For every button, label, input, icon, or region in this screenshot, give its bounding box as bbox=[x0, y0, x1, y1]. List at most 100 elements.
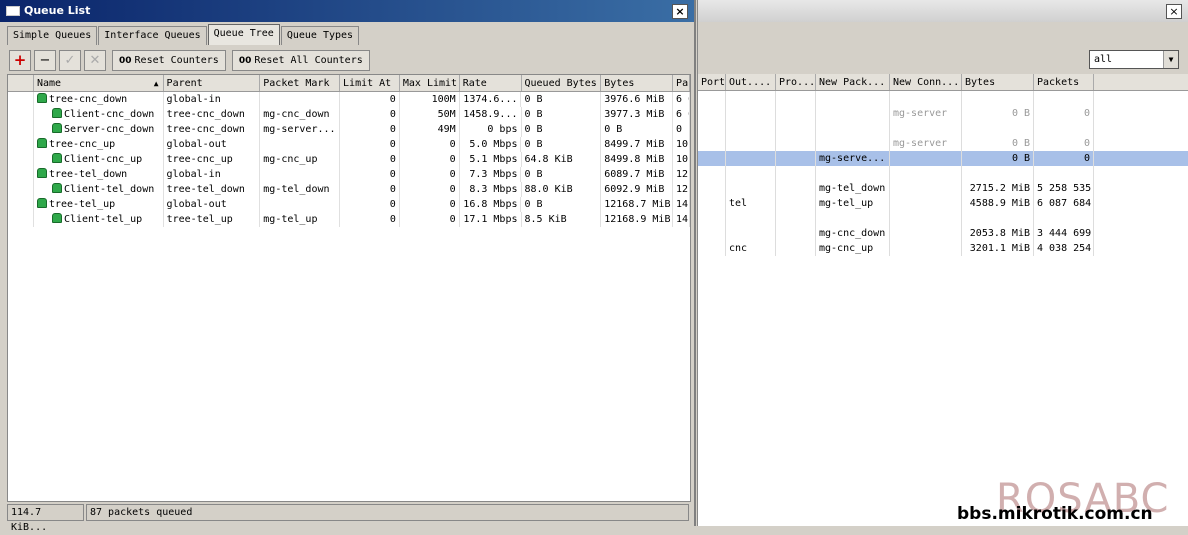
chevron-down-icon[interactable]: ▼ bbox=[1163, 51, 1178, 68]
cell-max_limit: 0 bbox=[400, 182, 460, 197]
mangle-row[interactable]: mg-cnc_down 2053.8 MiB 3 444 699 bbox=[698, 226, 1188, 241]
mangle-row[interactable]: mg-serve... 0 B0 bbox=[698, 151, 1188, 166]
table-row[interactable]: tree-tel_up global-out 0 0 16.8 Mbps 0 B 12168… bbox=[8, 197, 690, 212]
cell-new_conn bbox=[890, 211, 962, 226]
tab-queue-tree[interactable]: Queue Tree bbox=[207, 24, 280, 45]
cell-port bbox=[698, 241, 726, 256]
column-header-pro[interactable]: Pro... bbox=[776, 74, 816, 90]
cell-max_limit: 0 bbox=[400, 167, 460, 182]
cell-name: Client-tel_up bbox=[34, 212, 164, 227]
column-header-bytes[interactable]: Bytes bbox=[962, 74, 1034, 90]
disable-button[interactable]: ✕ bbox=[84, 50, 106, 71]
column-header-name[interactable]: Name ▲ bbox=[34, 75, 164, 91]
cell-out: cnc bbox=[726, 241, 776, 256]
reset-counters-button[interactable]: 00 Reset Counters bbox=[112, 50, 226, 71]
column-header-pa[interactable]: Pa bbox=[673, 75, 690, 91]
mangle-row[interactable]: mg-tel_down 2715.2 MiB 5 258 535 bbox=[698, 181, 1188, 196]
column-header-limit-at[interactable]: Limit At bbox=[340, 75, 400, 91]
column-header-queued-bytes[interactable]: Queued Bytes bbox=[522, 75, 602, 91]
cell-new_pack bbox=[816, 136, 890, 151]
cell-bytes: 8499.7 MiB bbox=[601, 137, 674, 152]
cell-pa: 14 bbox=[673, 212, 690, 227]
add-button[interactable]: + bbox=[9, 50, 31, 71]
cell-parent: tree-tel_down bbox=[164, 182, 261, 197]
queue-icon bbox=[51, 153, 62, 163]
tab-simple-queues[interactable]: Simple Queues bbox=[7, 26, 98, 45]
column-header-bytes[interactable]: Bytes bbox=[601, 75, 674, 91]
status-queued-bytes: 114.7 KiB... bbox=[7, 504, 84, 533]
cell-bytes: 6092.9 MiB bbox=[601, 182, 674, 197]
close-button[interactable]: × bbox=[672, 4, 688, 19]
table-row[interactable]: tree-cnc_down global-in 0 100M 1374.6... 0 B3… bbox=[8, 92, 690, 107]
column-header-select bbox=[8, 75, 34, 91]
mangle-row[interactable] bbox=[698, 121, 1188, 136]
row-marker bbox=[8, 92, 34, 107]
cell-new_pack bbox=[816, 121, 890, 136]
cell-queued: 88.0 KiB bbox=[522, 182, 602, 197]
cell-port bbox=[698, 151, 726, 166]
cell-max_limit: 49M bbox=[400, 122, 460, 137]
column-header-packets[interactable]: Packets bbox=[1034, 74, 1094, 90]
cell-packets: 3 444 699 bbox=[1034, 226, 1094, 241]
remove-button[interactable]: − bbox=[34, 50, 56, 71]
cell-packets: 6 087 684 bbox=[1034, 196, 1094, 211]
cell-out bbox=[726, 151, 776, 166]
table-row[interactable]: tree-cnc_up global-out 0 0 5.0 Mbps 0 B 8499.7… bbox=[8, 137, 690, 152]
cell-new_pack: mg-cnc_down bbox=[816, 226, 890, 241]
enable-button[interactable]: ✓ bbox=[59, 50, 81, 71]
mangle-row[interactable]: cnc mg-cnc_up 3201.1 MiB 4 038 254 bbox=[698, 241, 1188, 256]
cell-new_pack: mg-tel_up bbox=[816, 196, 890, 211]
mangle-row[interactable] bbox=[698, 91, 1188, 106]
cell-bytes: 12168.9 MiB bbox=[601, 212, 674, 227]
table-row[interactable]: Client-cnc_down tree-cnc_down mg-cnc_down 0… bbox=[8, 107, 690, 122]
mangle-close-button[interactable]: × bbox=[1166, 4, 1182, 19]
column-header-max-limit[interactable]: Max Limit bbox=[400, 75, 460, 91]
cell-port bbox=[698, 226, 726, 241]
table-row[interactable]: Client-tel_up tree-tel_up mg-tel_up 0 0 17.1 … bbox=[8, 212, 690, 227]
column-header-new-pack[interactable]: New Pack... bbox=[816, 74, 890, 90]
cell-pro bbox=[776, 151, 816, 166]
tab-queue-types[interactable]: Queue Types bbox=[280, 26, 360, 45]
cell-pro bbox=[776, 241, 816, 256]
mangle-row[interactable] bbox=[698, 211, 1188, 226]
cell-parent: global-in bbox=[164, 167, 261, 182]
cell-new_conn bbox=[890, 241, 962, 256]
row-marker bbox=[8, 152, 34, 167]
cell-pro bbox=[776, 226, 816, 241]
column-header-packet-mark[interactable]: Packet Mark bbox=[260, 75, 341, 91]
cell-bytes: 3201.1 MiB bbox=[962, 241, 1034, 256]
column-header-parent[interactable]: Parent bbox=[164, 75, 261, 91]
cell-bytes: 0 B bbox=[962, 136, 1034, 151]
filter-dropdown[interactable]: all ▼ bbox=[1089, 50, 1179, 69]
cell-max_limit: 0 bbox=[400, 152, 460, 167]
cell-mark: mg-server... bbox=[260, 122, 341, 137]
mangle-row[interactable] bbox=[698, 166, 1188, 181]
table-row[interactable]: Client-tel_down tree-tel_down mg-tel_down 0… bbox=[8, 182, 690, 197]
table-row[interactable]: Server-cnc_down tree-cnc_down mg-server...… bbox=[8, 122, 690, 137]
cell-parent: global-out bbox=[164, 137, 261, 152]
cell-packets: 0 bbox=[1034, 151, 1094, 166]
table-row[interactable]: tree-tel_down global-in 0 0 7.3 Mbps 0 B 6089.… bbox=[8, 167, 690, 182]
cell-pa: 12 bbox=[673, 167, 690, 182]
column-header-out[interactable]: Out.... bbox=[726, 74, 776, 90]
cell-name: Client-cnc_up bbox=[34, 152, 164, 167]
table-row[interactable]: Client-cnc_up tree-cnc_up mg-cnc_up 0 0 5.1 M… bbox=[8, 152, 690, 167]
column-header-new-conn[interactable]: New Conn... bbox=[890, 74, 962, 90]
cell-queued: 0 B bbox=[522, 107, 602, 122]
column-header-rate[interactable]: Rate bbox=[460, 75, 522, 91]
cell-out bbox=[726, 211, 776, 226]
mangle-row[interactable]: mg-server 0 B0 bbox=[698, 136, 1188, 151]
cell-pa: 10 bbox=[673, 137, 690, 152]
cell-out bbox=[726, 166, 776, 181]
mangle-row[interactable]: tel mg-tel_up 4588.9 MiB 6 087 684 bbox=[698, 196, 1188, 211]
mangle-row[interactable]: mg-server 0 B0 bbox=[698, 106, 1188, 121]
cell-new_conn bbox=[890, 166, 962, 181]
cell-limit_at: 0 bbox=[340, 107, 400, 122]
cell-new_pack: mg-tel_down bbox=[816, 181, 890, 196]
reset-all-counters-button[interactable]: 00 Reset All Counters bbox=[231, 50, 370, 71]
queue-icon bbox=[51, 108, 62, 118]
cell-parent: tree-cnc_up bbox=[164, 152, 261, 167]
column-header-port[interactable]: Port bbox=[698, 74, 726, 90]
tab-interface-queues[interactable]: Interface Queues bbox=[98, 26, 207, 45]
cell-out bbox=[726, 136, 776, 151]
